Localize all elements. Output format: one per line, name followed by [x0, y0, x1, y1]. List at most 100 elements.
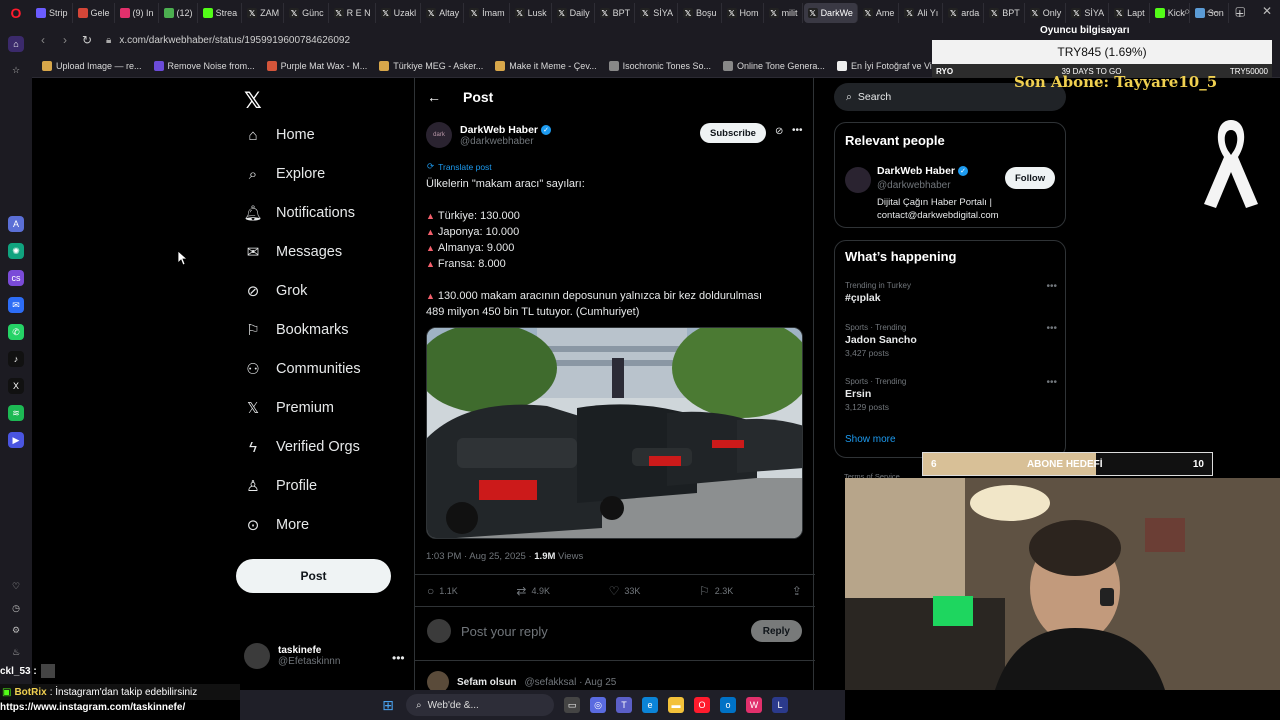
post-button[interactable]: Post	[236, 559, 391, 593]
file-explorer-icon[interactable]: ▬	[668, 697, 684, 713]
browser-tab[interactable]: Gele	[74, 3, 115, 23]
nav-item-bookmarks[interactable]: ⚐ Bookmarks	[244, 321, 348, 339]
author-avatar[interactable]: dark	[426, 122, 452, 148]
cs-icon[interactable]: cs	[8, 270, 24, 286]
reload-icon[interactable]: ↻	[76, 33, 98, 47]
player-icon[interactable]: ▶	[8, 432, 24, 448]
minimize-icon[interactable]: —	[1207, 4, 1219, 19]
trend-item[interactable]: Trending in Turkey #çıplak •••	[845, 281, 1057, 304]
browser-tab[interactable]: 𝕏 Hom	[723, 3, 764, 23]
trend-item[interactable]: Sports · Trending Jadon Sancho 3,427 pos…	[845, 323, 1057, 358]
share-action[interactable]: ⇪	[792, 584, 802, 598]
browser-tab[interactable]: 𝕏 Boşu	[679, 3, 722, 23]
bookmark-item[interactable]: En İyi Fotoğraf ve Vi...	[836, 60, 939, 71]
browser-tab[interactable]: 𝕏 BPT	[985, 3, 1025, 23]
browser-tab[interactable]: (9) In	[116, 3, 159, 23]
spotify-icon[interactable]: ≋	[8, 405, 24, 421]
person-name-row[interactable]: DarkWeb Haber ✓	[877, 165, 969, 177]
more-dots-icon[interactable]: •••	[1046, 377, 1057, 388]
browser-tab[interactable]: 𝕏 Daily	[553, 3, 595, 23]
reply-input[interactable]: Post your reply	[461, 624, 741, 639]
copilot-icon[interactable]: ◎	[590, 697, 606, 713]
x-icon[interactable]: X	[8, 378, 24, 394]
bookmark-item[interactable]: Isochronic Tones So...	[608, 60, 711, 71]
back-icon[interactable]: ‹	[32, 33, 54, 47]
task-view-icon[interactable]: ▭	[564, 697, 580, 713]
account-switcher[interactable]: taskinefe @Efetaskinnn •••	[244, 643, 405, 669]
browser-tab[interactable]: 𝕏 Only	[1026, 3, 1067, 23]
browser-tab[interactable]: Strea	[199, 3, 243, 23]
trend-item[interactable]: Sports · Trending Ersin 3,129 posts •••	[845, 377, 1057, 412]
subscribe-button[interactable]: Subscribe	[700, 123, 766, 143]
bookmark-item[interactable]: Türkiye MEG - Asker...	[379, 60, 483, 71]
settings-icon[interactable]: ⚙	[8, 622, 24, 638]
repost-action[interactable]: ⇄ 4.9K	[516, 584, 550, 598]
more-dots-icon[interactable]: •••	[392, 651, 405, 665]
nav-item-communities[interactable]: ⚇ Communities	[244, 360, 360, 378]
more-dots-icon[interactable]: •••	[1046, 323, 1057, 334]
nav-item-premium[interactable]: 𝕏 Premium	[244, 399, 334, 417]
nav-item-profile[interactable]: ♙ Profile	[244, 477, 317, 495]
more-dots-icon[interactable]: •••	[792, 125, 803, 136]
nav-item-grok[interactable]: ⊘ Grok	[244, 282, 308, 300]
forward-icon[interactable]: ›	[54, 33, 76, 47]
grok-icon[interactable]: ⊘	[775, 126, 783, 137]
aria-icon[interactable]: A	[8, 216, 24, 232]
browser-tab[interactable]: 𝕏 SİYA	[636, 3, 679, 23]
search-tabs-icon[interactable]: ⌕	[1184, 4, 1191, 19]
bookmark-item[interactable]: Online Tone Genera...	[723, 60, 825, 71]
bulb-icon[interactable]: ♨	[8, 644, 24, 660]
follow-button[interactable]: Follow	[1005, 167, 1056, 189]
browser-tab[interactable]: 𝕏milit	[765, 3, 803, 23]
messenger-icon[interactable]: ✉	[8, 297, 24, 313]
heart-icon[interactable]: ♡	[8, 578, 24, 594]
browser-tab[interactable]: 𝕏 Ame	[859, 3, 900, 23]
reply-action[interactable]: ○ 1.1K	[427, 584, 458, 598]
browser-tab[interactable]: 𝕏arda	[944, 3, 985, 23]
opera-icon[interactable]: O	[694, 697, 710, 713]
browser-tab[interactable]: 𝕏 Uzakl	[377, 3, 422, 23]
browser-tab[interactable]: 𝕏 Lapt	[1110, 3, 1150, 23]
browser-tab[interactable]: 𝕏 BPT	[596, 3, 636, 23]
author-name-row[interactable]: DarkWeb Haber ✓	[460, 124, 552, 136]
like-action[interactable]: ♡ 33K	[609, 584, 641, 598]
x-logo-icon[interactable]: 𝕏	[244, 88, 262, 114]
nav-item-messages[interactable]: ✉ Messages	[244, 243, 342, 261]
browser-tab[interactable]: 𝕏 Günc	[285, 3, 329, 23]
bookmark-item[interactable]: Remove Noise from...	[153, 60, 255, 71]
bookmark-action[interactable]: ⚐ 2.3K	[699, 584, 733, 598]
edge-icon[interactable]: e	[642, 697, 658, 713]
reply-button[interactable]: Reply	[750, 620, 802, 642]
browser-tab[interactable]: 𝕏 DarkWe	[803, 3, 858, 23]
tweet-image[interactable]	[426, 327, 803, 539]
nav-item-explore[interactable]: ⌕ Explore	[244, 165, 325, 183]
browser-tab[interactable]: Strip	[32, 3, 73, 23]
browser-tab[interactable]: 𝕏 ZAM	[243, 3, 285, 23]
nav-item-verified-orgs[interactable]: ϟ Verified Orgs	[244, 438, 360, 456]
person-avatar[interactable]	[845, 167, 871, 193]
app-icon[interactable]: L	[772, 697, 788, 713]
close-icon[interactable]: ✕	[1262, 4, 1272, 19]
bookmark-item[interactable]: Upload Image — re...	[42, 60, 142, 71]
history-icon[interactable]: ◷	[8, 600, 24, 616]
opera-logo-icon[interactable]: O	[0, 0, 32, 26]
star-icon[interactable]: ☆	[8, 62, 24, 78]
whatsapp-icon[interactable]: ✆	[8, 324, 24, 340]
browser-tab[interactable]: 𝕏R E N	[330, 3, 376, 23]
url-field[interactable]: 🔒︎ x.com/darkwebhaber/status/19599196007…	[106, 35, 350, 46]
show-more-link[interactable]: Show more	[845, 434, 896, 445]
windows-start-icon[interactable]: ⊞	[380, 697, 396, 713]
more-dots-icon[interactable]: •••	[1046, 281, 1057, 292]
nav-item-more[interactable]: ⊙ More	[244, 516, 309, 534]
home-icon[interactable]: ⌂	[8, 36, 24, 52]
translate-post-link[interactable]: ⟳ Translate post	[427, 161, 492, 172]
maximize-icon[interactable]: ▢	[1235, 4, 1246, 19]
app-icon[interactable]: W	[746, 697, 762, 713]
chatgpt-icon[interactable]: ✺	[8, 243, 24, 259]
back-arrow-icon[interactable]: ←	[427, 89, 441, 105]
bookmark-item[interactable]: Purple Mat Wax - M...	[266, 60, 367, 71]
reply-tweet[interactable]: Sefam olsun @sefakksal · Aug 25	[427, 671, 616, 690]
browser-tab[interactable]: (12)	[160, 3, 198, 23]
nav-item-home[interactable]: ⌂ Home	[244, 126, 314, 144]
browser-tab[interactable]: 𝕏 Ali Yı	[900, 3, 944, 23]
